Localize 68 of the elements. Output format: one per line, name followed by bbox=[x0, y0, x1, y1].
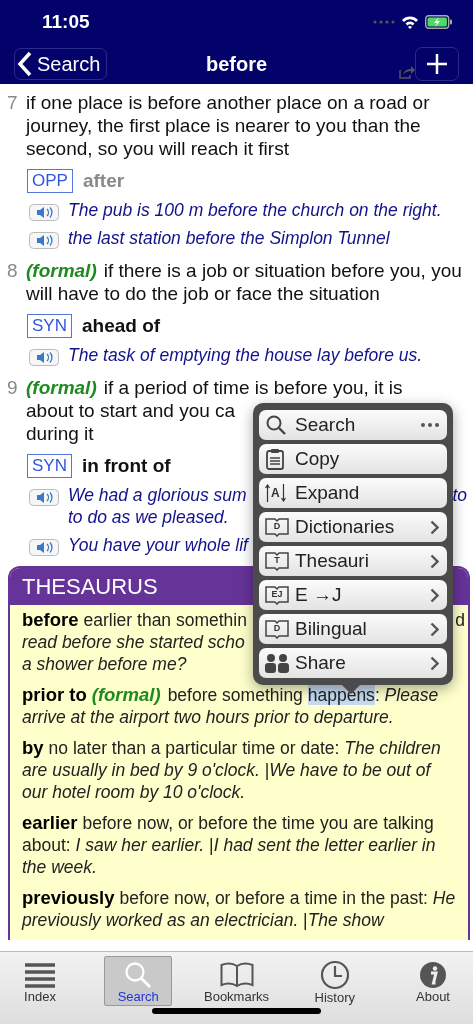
speaker-icon[interactable] bbox=[29, 229, 59, 246]
share-icon[interactable] bbox=[399, 65, 415, 79]
people-icon bbox=[265, 653, 289, 673]
related-word[interactable]: in front of bbox=[81, 455, 171, 477]
clock-icon bbox=[319, 960, 350, 990]
menu-item[interactable]: T Thesauri bbox=[259, 546, 447, 576]
search-icon bbox=[124, 960, 153, 989]
status-time: 11:05 bbox=[42, 11, 90, 33]
sense-number: 8 bbox=[6, 259, 19, 283]
signal-icon bbox=[373, 20, 395, 24]
opposite-tag: OPP bbox=[27, 169, 73, 193]
example-sentence: We had a glorious sum bbox=[68, 484, 247, 506]
thesaurus-entry: read before she started scho bbox=[22, 631, 245, 653]
add-button[interactable] bbox=[415, 47, 459, 81]
book-icon: D bbox=[265, 517, 289, 537]
menu-item[interactable]: Search bbox=[259, 410, 447, 440]
thesaurus-entry: before earlier than somethin bbox=[22, 609, 247, 631]
definition-text: (formal) if a period of time is before you, it is bbox=[26, 376, 403, 399]
synonym-tag: SYN bbox=[27, 314, 72, 338]
thesaurus-entry: by no later than a particular time or date: The children are usually in bed by 9 o'clock. |We have to be out of our hotel room by 10 o'clock. bbox=[22, 737, 442, 803]
definition-text: if one place is before another place on a road or journey, the first place is nearer to you than the second, so you will reach it first bbox=[26, 91, 431, 160]
definition-text: (formal) if there is a job or situation before you, you will have to do the job or face the situation bbox=[26, 259, 463, 305]
back-button[interactable]: Search bbox=[14, 48, 108, 80]
menu-item[interactable]: EJ E →J bbox=[259, 580, 447, 610]
example-sentence: to do as we pleased. bbox=[68, 506, 229, 528]
speaker-icon[interactable] bbox=[29, 201, 59, 218]
speaker-icon[interactable] bbox=[29, 536, 59, 553]
tab-button[interactable]: History bbox=[300, 956, 369, 1006]
example-sentence: the last station before the Simplon Tunnel bbox=[68, 227, 390, 249]
tab-button[interactable]: Bookmarks bbox=[202, 956, 271, 1006]
info-icon bbox=[419, 960, 447, 989]
book-icon bbox=[219, 961, 254, 988]
example-sentence: You have your whole lif bbox=[68, 534, 248, 556]
definition-text: d bbox=[455, 609, 465, 631]
menu-item[interactable]: D Dictionaries bbox=[259, 512, 447, 542]
book-icon: EJ bbox=[265, 585, 289, 605]
tab-button[interactable]: About bbox=[399, 956, 467, 1006]
search-icon bbox=[265, 414, 287, 436]
sense-number: 7 bbox=[6, 91, 19, 115]
synonym-tag: SYN bbox=[27, 454, 72, 478]
definition-text: during it bbox=[26, 422, 94, 445]
example-sentence: The pub is 100 m before the church on the right. bbox=[68, 199, 442, 221]
menu-item[interactable]: D Bilingual bbox=[259, 614, 447, 644]
menu-item[interactable]: Share bbox=[259, 648, 447, 678]
thesaurus-entry: a shower before me? bbox=[22, 653, 187, 675]
thesaurus-entry: previously before now, or before a time in the past: He previously worked as an electrician. |The show bbox=[22, 887, 456, 931]
battery-icon bbox=[425, 15, 453, 29]
speaker-icon[interactable] bbox=[29, 486, 59, 503]
definition-text: about to start and you ca bbox=[26, 399, 236, 422]
book-icon: T bbox=[265, 551, 289, 571]
related-word[interactable]: ahead of bbox=[81, 315, 161, 337]
example-sentence: to bbox=[451, 484, 467, 506]
tab-button[interactable]: Index bbox=[6, 956, 74, 1006]
thesaurus-entry: prior to (formal) before something happens: Please arrive at the airport two hours prior to departure. bbox=[22, 684, 440, 728]
menu-item[interactable]: Copy bbox=[259, 444, 447, 474]
related-word[interactable]: after bbox=[82, 170, 125, 192]
page-title: before bbox=[204, 52, 269, 76]
tab-button[interactable]: Search bbox=[104, 956, 173, 1006]
menu-icon bbox=[24, 961, 56, 988]
clipboard-icon bbox=[265, 448, 285, 470]
menu-item[interactable]: A Expand bbox=[259, 478, 447, 508]
thesaurus-entry: earlier before now, or before the time you are talking about: I saw her earlier. |I had sent the letter earlier in the week. bbox=[22, 812, 437, 878]
wifi-icon bbox=[401, 15, 419, 29]
example-sentence: The task of emptying the house lay before us. bbox=[68, 344, 423, 366]
sense-number: 9 bbox=[6, 376, 19, 400]
plus-icon bbox=[426, 53, 448, 75]
speaker-icon[interactable] bbox=[29, 346, 59, 363]
book-icon: D bbox=[265, 619, 289, 639]
